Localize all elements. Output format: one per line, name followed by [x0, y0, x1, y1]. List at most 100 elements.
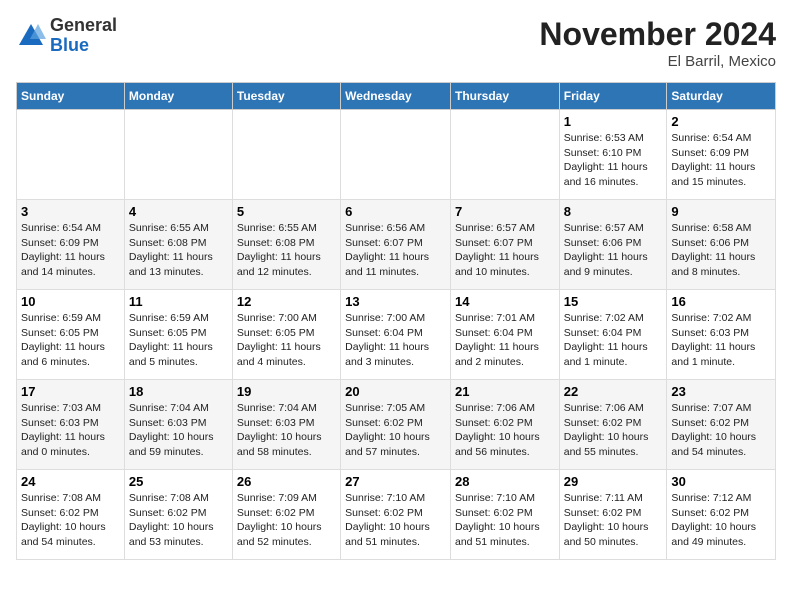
calendar-cell: 25 Sunrise: 7:08 AM Sunset: 6:02 PM Dayli… [124, 470, 232, 560]
weekday-header: Monday [124, 83, 232, 110]
month-title: November 2024 [539, 16, 776, 53]
day-number: 19 [237, 384, 336, 399]
day-info: Sunrise: 7:10 AM Sunset: 6:02 PM Dayligh… [345, 491, 446, 550]
logo-icon [16, 21, 46, 51]
day-info: Sunrise: 7:03 AM Sunset: 6:03 PM Dayligh… [21, 401, 120, 460]
calendar-cell: 24Sunrise: 7:08 AM Sunset: 6:02 PM Dayli… [17, 470, 125, 560]
day-number: 5 [237, 204, 336, 219]
calendar-cell: 22 Sunrise: 7:06 AM Sunset: 6:02 PM Dayli… [559, 380, 667, 470]
calendar-cell: 5 Sunrise: 6:55 AM Sunset: 6:08 PM Daylig… [232, 200, 340, 290]
day-number: 8 [564, 204, 663, 219]
day-info: Sunrise: 7:08 AM Sunset: 6:02 PM Dayligh… [129, 491, 228, 550]
day-number: 4 [129, 204, 228, 219]
calendar-cell: 27 Sunrise: 7:10 AM Sunset: 6:02 PM Dayli… [341, 470, 451, 560]
day-number: 11 [129, 294, 228, 309]
day-number: 7 [455, 204, 555, 219]
calendar-cell [124, 110, 232, 200]
day-number: 23 [671, 384, 771, 399]
logo-blue: Blue [50, 36, 117, 56]
day-info: Sunrise: 7:02 AM Sunset: 6:04 PM Dayligh… [564, 311, 663, 370]
day-info: Sunrise: 7:06 AM Sunset: 6:02 PM Dayligh… [455, 401, 555, 460]
calendar-cell: 17 Sunrise: 7:03 AM Sunset: 6:03 PM Dayli… [17, 380, 125, 470]
weekday-header: Friday [559, 83, 667, 110]
calendar-cell: 15Sunrise: 7:02 AM Sunset: 6:04 PM Dayli… [559, 290, 667, 380]
day-info: Sunrise: 6:59 AM Sunset: 6:05 PM Dayligh… [129, 311, 228, 370]
location: El Barril, Mexico [539, 53, 776, 70]
day-number: 10 [21, 294, 120, 309]
calendar-cell [341, 110, 451, 200]
day-info: Sunrise: 7:00 AM Sunset: 6:05 PM Dayligh… [237, 311, 336, 370]
weekday-header: Sunday [17, 83, 125, 110]
day-info: Sunrise: 6:59 AM Sunset: 6:05 PM Dayligh… [21, 311, 120, 370]
calendar-cell [17, 110, 125, 200]
day-number: 22 [564, 384, 663, 399]
calendar-cell: 26 Sunrise: 7:09 AM Sunset: 6:02 PM Dayli… [232, 470, 340, 560]
day-info: Sunrise: 7:10 AM Sunset: 6:02 PM Dayligh… [455, 491, 555, 550]
calendar-cell: 30 Sunrise: 7:12 AM Sunset: 6:02 PM Dayli… [667, 470, 776, 560]
calendar-cell: 11 Sunrise: 6:59 AM Sunset: 6:05 PM Dayli… [124, 290, 232, 380]
calendar-week-row: 10 Sunrise: 6:59 AM Sunset: 6:05 PM Dayli… [17, 290, 776, 380]
calendar-cell: 7 Sunrise: 6:57 AM Sunset: 6:07 PM Daylig… [450, 200, 559, 290]
day-info: Sunrise: 6:58 AM Sunset: 6:06 PM Dayligh… [671, 221, 771, 280]
calendar-cell: 20Sunrise: 7:05 AM Sunset: 6:02 PM Dayli… [341, 380, 451, 470]
calendar-week-row: 3Sunrise: 6:54 AM Sunset: 6:09 PM Daylig… [17, 200, 776, 290]
calendar-table: SundayMondayTuesdayWednesdayThursdayFrid… [16, 82, 776, 560]
day-number: 16 [671, 294, 771, 309]
day-info: Sunrise: 6:54 AM Sunset: 6:09 PM Dayligh… [21, 221, 120, 280]
calendar-cell: 10 Sunrise: 6:59 AM Sunset: 6:05 PM Dayli… [17, 290, 125, 380]
day-info: Sunrise: 7:06 AM Sunset: 6:02 PM Dayligh… [564, 401, 663, 460]
day-number: 2 [671, 114, 771, 129]
calendar-cell: 18Sunrise: 7:04 AM Sunset: 6:03 PM Dayli… [124, 380, 232, 470]
day-info: Sunrise: 7:00 AM Sunset: 6:04 PM Dayligh… [345, 311, 446, 370]
weekday-header: Thursday [450, 83, 559, 110]
day-number: 17 [21, 384, 120, 399]
day-number: 25 [129, 474, 228, 489]
day-number: 28 [455, 474, 555, 489]
day-number: 30 [671, 474, 771, 489]
day-info: Sunrise: 7:02 AM Sunset: 6:03 PM Dayligh… [671, 311, 771, 370]
weekday-header-row: SundayMondayTuesdayWednesdayThursdayFrid… [17, 83, 776, 110]
day-info: Sunrise: 6:55 AM Sunset: 6:08 PM Dayligh… [237, 221, 336, 280]
calendar-cell: 6 Sunrise: 6:56 AM Sunset: 6:07 PM Daylig… [341, 200, 451, 290]
calendar-week-row: 24Sunrise: 7:08 AM Sunset: 6:02 PM Dayli… [17, 470, 776, 560]
calendar-cell: 21 Sunrise: 7:06 AM Sunset: 6:02 PM Dayli… [450, 380, 559, 470]
day-number: 14 [455, 294, 555, 309]
page-header: General Blue November 2024 El Barril, Me… [16, 16, 776, 70]
calendar-cell: 16 Sunrise: 7:02 AM Sunset: 6:03 PM Dayli… [667, 290, 776, 380]
day-number: 27 [345, 474, 446, 489]
day-number: 6 [345, 204, 446, 219]
day-info: Sunrise: 6:56 AM Sunset: 6:07 PM Dayligh… [345, 221, 446, 280]
day-info: Sunrise: 7:07 AM Sunset: 6:02 PM Dayligh… [671, 401, 771, 460]
calendar-cell: 1 Sunrise: 6:53 AM Sunset: 6:10 PM Daylig… [559, 110, 667, 200]
day-info: Sunrise: 6:54 AM Sunset: 6:09 PM Dayligh… [671, 131, 771, 190]
weekday-header: Tuesday [232, 83, 340, 110]
day-number: 13 [345, 294, 446, 309]
day-info: Sunrise: 7:08 AM Sunset: 6:02 PM Dayligh… [21, 491, 120, 550]
calendar-week-row: 1 Sunrise: 6:53 AM Sunset: 6:10 PM Daylig… [17, 110, 776, 200]
calendar-cell: 23 Sunrise: 7:07 AM Sunset: 6:02 PM Dayli… [667, 380, 776, 470]
day-number: 1 [564, 114, 663, 129]
calendar-cell [232, 110, 340, 200]
day-info: Sunrise: 7:12 AM Sunset: 6:02 PM Dayligh… [671, 491, 771, 550]
day-number: 12 [237, 294, 336, 309]
calendar-cell: 28 Sunrise: 7:10 AM Sunset: 6:02 PM Dayli… [450, 470, 559, 560]
day-number: 21 [455, 384, 555, 399]
calendar-cell: 13 Sunrise: 7:00 AM Sunset: 6:04 PM Dayli… [341, 290, 451, 380]
calendar-cell: 4Sunrise: 6:55 AM Sunset: 6:08 PM Daylig… [124, 200, 232, 290]
weekday-header: Wednesday [341, 83, 451, 110]
day-number: 9 [671, 204, 771, 219]
logo-text: General Blue [50, 16, 117, 56]
day-info: Sunrise: 7:11 AM Sunset: 6:02 PM Dayligh… [564, 491, 663, 550]
calendar-cell: 29Sunrise: 7:11 AM Sunset: 6:02 PM Dayli… [559, 470, 667, 560]
calendar-cell: 12 Sunrise: 7:00 AM Sunset: 6:05 PM Dayli… [232, 290, 340, 380]
day-info: Sunrise: 7:09 AM Sunset: 6:02 PM Dayligh… [237, 491, 336, 550]
calendar-cell: 19Sunrise: 7:04 AM Sunset: 6:03 PM Dayli… [232, 380, 340, 470]
title-area: November 2024 El Barril, Mexico [539, 16, 776, 70]
weekday-header: Saturday [667, 83, 776, 110]
day-number: 20 [345, 384, 446, 399]
calendar-cell: 8Sunrise: 6:57 AM Sunset: 6:06 PM Daylig… [559, 200, 667, 290]
calendar-cell: 14Sunrise: 7:01 AM Sunset: 6:04 PM Dayli… [450, 290, 559, 380]
day-info: Sunrise: 6:57 AM Sunset: 6:07 PM Dayligh… [455, 221, 555, 280]
day-number: 26 [237, 474, 336, 489]
day-info: Sunrise: 6:53 AM Sunset: 6:10 PM Dayligh… [564, 131, 663, 190]
